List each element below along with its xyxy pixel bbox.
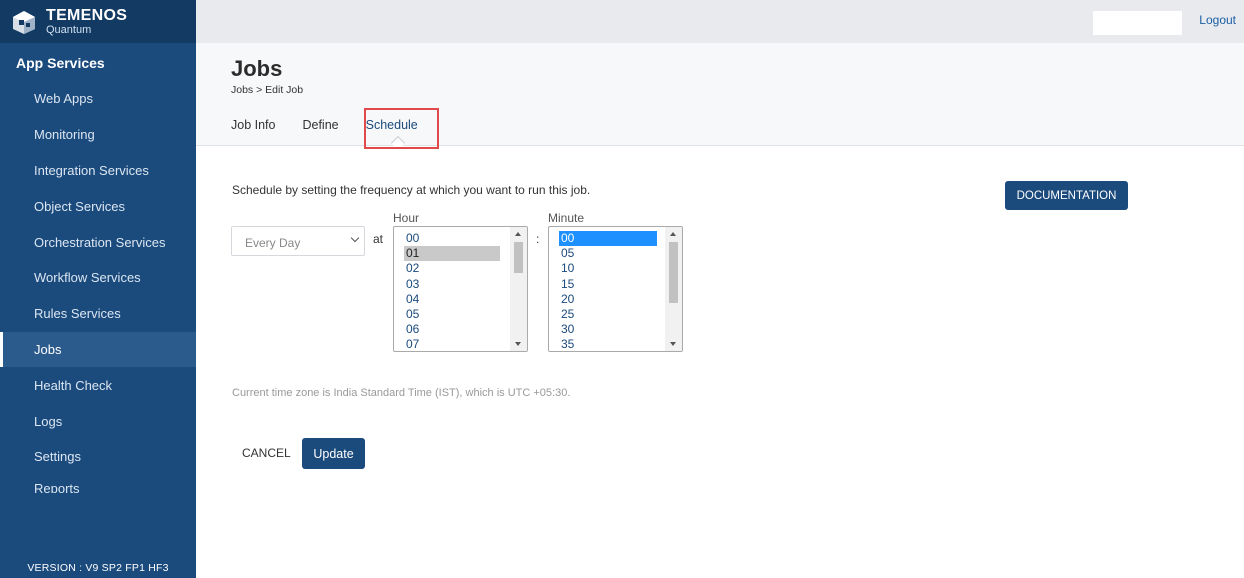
hour-option[interactable]: 05 [394,307,512,322]
minute-scrollbar[interactable] [665,227,682,351]
sidebar-item-health-check[interactable]: Health Check [0,367,196,403]
timezone-note: Current time zone is India Standard Time… [232,387,571,399]
scroll-thumb[interactable] [669,242,678,303]
sidebar-item-reports[interactable]: Reports [0,475,196,493]
documentation-button[interactable]: DOCUMENTATION [1005,181,1128,210]
minute-option[interactable]: 20 [549,292,667,307]
topbar: Logout [196,0,1244,43]
version-label: VERSION : V9 SP2 FP1 HF3 [27,562,169,574]
sidebar-item-orchestration-services[interactable]: Orchestration Services [0,224,196,260]
logout-link[interactable]: Logout [1199,13,1236,27]
hour-options: 00 01 02 03 04 05 06 07 [394,231,512,351]
hour-listbox[interactable]: 00 01 02 03 04 05 06 07 [393,226,528,352]
brand-product: Quantum [46,23,92,36]
minute-option[interactable]: 35 [549,337,667,351]
page-header: Jobs Jobs > Edit Job Job Info Define Sch… [196,43,1244,151]
sidebar-item-workflow-services[interactable]: Workflow Services [0,260,196,296]
sidebar-item-settings[interactable]: Settings [0,439,196,475]
sidebar-item-integration-services[interactable]: Integration Services [0,153,196,189]
sidebar-item-logs[interactable]: Logs [0,403,196,439]
tab-job-info[interactable]: Job Info [231,118,275,136]
app-root: TEMENOS Quantum App Services Web Apps Mo… [0,0,1244,578]
minute-option[interactable]: 15 [549,277,667,292]
sidebar: TEMENOS Quantum App Services Web Apps Mo… [0,0,196,578]
minute-label: Minute [548,211,585,225]
minute-option[interactable]: 05 [549,246,667,261]
at-label: at [373,232,384,246]
logo-text: TEMENOS Quantum [46,6,128,36]
hour-option[interactable]: 00 [394,231,512,246]
user-name-box[interactable] [1093,11,1182,35]
sidebar-item-jobs[interactable]: Jobs [0,331,196,368]
sidebar-item-rules-services[interactable]: Rules Services [0,296,196,332]
time-colon: : [536,232,540,246]
update-button[interactable]: Update [302,438,365,469]
frequency-select[interactable]: Every Day [231,226,365,256]
temenos-logo-icon [13,10,35,34]
sidebar-item-monitoring[interactable]: Monitoring [0,117,196,153]
breadcrumb[interactable]: Jobs > Edit Job [231,84,303,96]
hour-label: Hour [393,211,420,225]
logo-bar[interactable]: TEMENOS Quantum [0,0,196,43]
hour-option[interactable]: 06 [394,322,512,337]
scroll-down-icon[interactable] [515,342,521,346]
hour-option[interactable]: 07 [394,337,512,351]
hour-option[interactable]: 03 [394,277,512,292]
minute-option[interactable]: 25 [549,307,667,322]
minute-options: 00 05 10 15 20 25 30 35 [549,231,667,351]
cancel-button[interactable]: CANCEL [232,438,296,468]
sidebar-item-object-services[interactable]: Object Services [0,188,196,224]
brand-name: TEMENOS [46,6,128,24]
tab-highlight-box [364,108,439,149]
scroll-thumb[interactable] [514,242,523,273]
scroll-down-icon[interactable] [670,342,676,346]
minute-option[interactable]: 30 [549,322,667,337]
minute-listbox[interactable]: 00 05 10 15 20 25 30 35 [548,226,683,352]
hour-option[interactable]: 02 [394,261,512,276]
hour-option[interactable]: 01 [404,246,500,262]
section-title-app-services[interactable]: App Services [0,43,196,81]
sidebar-item-web-apps[interactable]: Web Apps [0,81,196,117]
minute-option[interactable]: 10 [549,261,667,276]
scroll-up-icon[interactable] [670,232,676,236]
hour-option[interactable]: 04 [394,292,512,307]
schedule-content: Schedule by setting the frequency at whi… [196,146,1244,578]
scroll-up-icon[interactable] [515,232,521,236]
minute-option[interactable]: 00 [559,231,657,247]
frequency-value: Every Day [245,236,301,250]
schedule-intro: Schedule by setting the frequency at whi… [232,183,591,197]
page-title: Jobs [231,56,283,81]
tab-define[interactable]: Define [302,118,338,136]
chevron-down-icon [350,233,360,243]
sidebar-nav: Web Apps Monitoring Integration Services… [0,81,196,493]
hour-scrollbar[interactable] [510,227,527,351]
